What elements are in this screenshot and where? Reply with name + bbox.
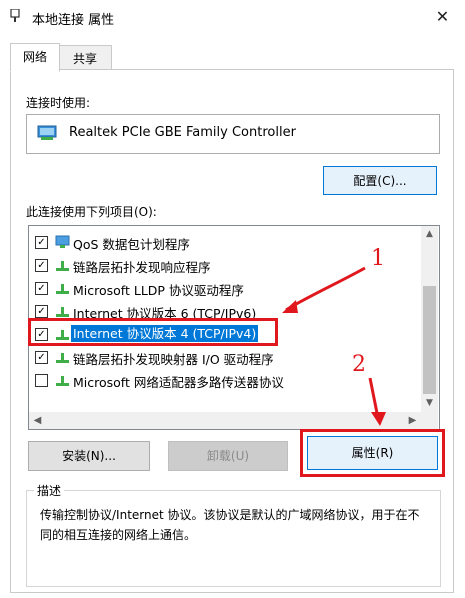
horizontal-scrollbar[interactable]: ◀ ▶ (29, 412, 421, 429)
item-label-lldp: Microsoft LLDP 协议驱动程序 (73, 283, 244, 298)
description-text: 传输控制协议/Internet 协议。该协议是默认的广域网络协议，用于在不同的相… (40, 508, 420, 542)
protocol-icon (56, 284, 69, 294)
scroll-right-icon[interactable]: ▶ (404, 412, 421, 429)
uninstall-button[interactable]: 卸载(U) (168, 441, 288, 471)
scroll-down-icon[interactable]: ▼ (421, 395, 438, 412)
vertical-scrollbar[interactable]: ▲ ▼ (421, 226, 438, 412)
connect-using-label: 连接时使用: (26, 96, 91, 110)
item-label-lltd-mapper: 链路层拓扑发现映射器 I/O 驱动程序 (73, 352, 274, 367)
adapter-name: Realtek PCIe GBE Family Controller (69, 125, 296, 140)
checkbox-ipv6[interactable]: ✓ (35, 305, 48, 318)
checkbox-qos[interactable]: ✓ (35, 236, 48, 249)
checkbox-lltd-mapper[interactable]: ✓ (35, 351, 48, 364)
ipv4-highlight-box (28, 318, 278, 346)
tab-sharing[interactable]: 共享 (58, 45, 112, 71)
network-card-icon (37, 125, 57, 140)
item-label-lltd-responder: 链路层拓扑发现响应程序 (73, 260, 211, 275)
protocol-icon (56, 376, 69, 386)
protocol-icon (56, 307, 69, 317)
item-label-multiplexor: Microsoft 网络适配器多路传送器协议 (73, 375, 284, 390)
list-item-lldp[interactable]: ✓ Microsoft LLDP 协议驱动程序 (29, 277, 421, 300)
protocol-icon (56, 353, 69, 363)
qos-service-icon (55, 235, 70, 248)
title-bar: 本地连接 属性 ✕ (0, 0, 465, 34)
items-label: 此连接使用下列项目(O): (26, 205, 157, 219)
annotation-number-2: 2 (352, 352, 366, 377)
tab-network[interactable]: 网络 (10, 43, 60, 72)
protocol-icon (56, 261, 69, 271)
scroll-left-icon[interactable]: ◀ (29, 412, 46, 429)
list-item-qos[interactable]: ✓ QoS 数据包计划程序 (29, 231, 421, 254)
properties-highlight-box (300, 429, 445, 477)
close-button[interactable]: ✕ (420, 0, 465, 34)
item-label-qos: QoS 数据包计划程序 (73, 237, 190, 252)
list-item-lltd-responder[interactable]: ✓ 链路层拓扑发现响应程序 (29, 254, 421, 277)
checkbox-multiplexor[interactable] (35, 374, 48, 387)
network-adapter-icon (10, 9, 20, 22)
scroll-thumb[interactable] (423, 286, 436, 394)
annotation-number-1: 1 (371, 246, 385, 271)
configure-button[interactable]: 配置(C)... (323, 166, 437, 195)
description-title: 描述 (34, 482, 65, 499)
window-title: 本地连接 属性 (32, 13, 115, 28)
scroll-up-icon[interactable]: ▲ (421, 226, 438, 243)
checkbox-lldp[interactable]: ✓ (35, 282, 48, 295)
checkbox-lltd-responder[interactable]: ✓ (35, 259, 48, 272)
scrollbar-corner (421, 412, 438, 429)
install-button[interactable]: 安装(N)... (28, 441, 150, 471)
adapter-field: Realtek PCIe GBE Family Controller (26, 114, 440, 154)
